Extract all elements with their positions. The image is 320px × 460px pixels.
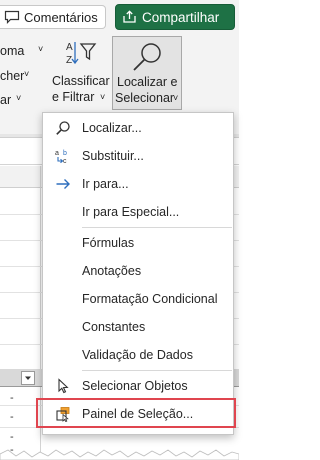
- svg-text:b: b: [63, 150, 67, 157]
- comments-button[interactable]: Comentários: [0, 5, 106, 29]
- find-select-label-line2: Selecionar: [115, 91, 175, 105]
- svg-text:A: A: [66, 42, 73, 53]
- menu-item-constants[interactable]: Constantes: [43, 314, 233, 340]
- arrow-right-icon: [56, 179, 70, 189]
- menu-item-find[interactable]: Localizar...: [43, 115, 233, 141]
- menu-separator: [82, 227, 232, 228]
- menu-item-go-to[interactable]: Ir para...: [43, 171, 233, 197]
- menu-item-label: Selecionar Objetos: [82, 379, 188, 393]
- menu-item-label: Validação de Dados: [82, 348, 193, 362]
- comments-label: Comentários: [24, 9, 98, 25]
- table-cell[interactable]: -: [10, 411, 14, 423]
- comment-icon: [4, 10, 20, 24]
- menu-item-label: Fórmulas: [82, 236, 135, 250]
- menu-item-select-objects[interactable]: Selecionar Objetos: [43, 373, 233, 399]
- table-cell[interactable]: -: [10, 431, 14, 443]
- menu-item-go-to-special[interactable]: Ir para Especial...: [43, 199, 233, 225]
- filter-dropdown-button[interactable]: [21, 371, 35, 385]
- sort-filter-label-line1: Classificar: [52, 74, 110, 88]
- pointer-icon: [58, 378, 69, 394]
- find-select-dropdown-menu: Localizar... a c b Substituir... Ir para…: [42, 112, 234, 435]
- menu-item-label: Substituir...: [82, 149, 144, 163]
- svg-text:c: c: [63, 158, 67, 164]
- share-label: Compartilhar: [142, 9, 220, 25]
- chevron-down-icon: ˅: [38, 44, 44, 54]
- sort-filter-icon: A Z: [66, 42, 97, 66]
- chevron-down-icon: ˅: [24, 69, 30, 79]
- ribbon-fragment-clear[interactable]: ar: [0, 93, 11, 107]
- menu-item-conditional-formatting[interactable]: Formatação Condicional: [43, 286, 233, 312]
- magnifier-icon: [133, 43, 161, 71]
- ribbon-fragment-fill[interactable]: cher: [0, 69, 24, 83]
- menu-item-label: Anotações: [82, 264, 142, 278]
- ribbon-fragment-sum[interactable]: oma: [0, 44, 24, 58]
- menu-separator: [82, 370, 232, 371]
- sort-filter-label-line2: e Filtrar: [52, 90, 95, 104]
- share-icon: [123, 10, 136, 23]
- chevron-down-icon: [25, 376, 31, 380]
- menu-item-notes[interactable]: Anotações: [43, 258, 233, 284]
- highlight-box: [36, 398, 236, 428]
- chevron-down-icon: ˅: [100, 92, 106, 102]
- search-icon: [56, 121, 70, 135]
- menu-item-label: Localizar...: [82, 121, 142, 135]
- menu-item-formulas[interactable]: Fórmulas: [43, 230, 233, 256]
- replace-icon: a c b: [55, 150, 67, 164]
- torn-edge: [0, 449, 239, 460]
- top-bar: Comentários Compartilhar: [0, 0, 239, 36]
- menu-item-replace[interactable]: a c b Substituir...: [43, 143, 233, 169]
- menu-item-data-validation[interactable]: Validação de Dados: [43, 342, 233, 368]
- menu-item-label: Ir para...: [82, 177, 129, 191]
- table-cell[interactable]: -: [10, 392, 14, 404]
- menu-item-label: Ir para Especial...: [82, 205, 180, 219]
- find-select-label-line1: Localizar e: [117, 75, 178, 89]
- chevron-down-icon: ˅: [16, 93, 22, 103]
- sort-filter-button[interactable]: A Z Classificar e Filtrar ˅: [52, 38, 110, 110]
- menu-item-label: Formatação Condicional: [82, 292, 218, 306]
- share-button[interactable]: Compartilhar: [115, 4, 235, 30]
- svg-text:Z: Z: [66, 55, 72, 66]
- menu-item-label: Constantes: [82, 320, 146, 334]
- svg-text:a: a: [55, 150, 59, 157]
- chevron-down-icon: ˅: [173, 93, 179, 103]
- find-select-button[interactable]: Localizar e Selecionar ˅: [112, 36, 182, 110]
